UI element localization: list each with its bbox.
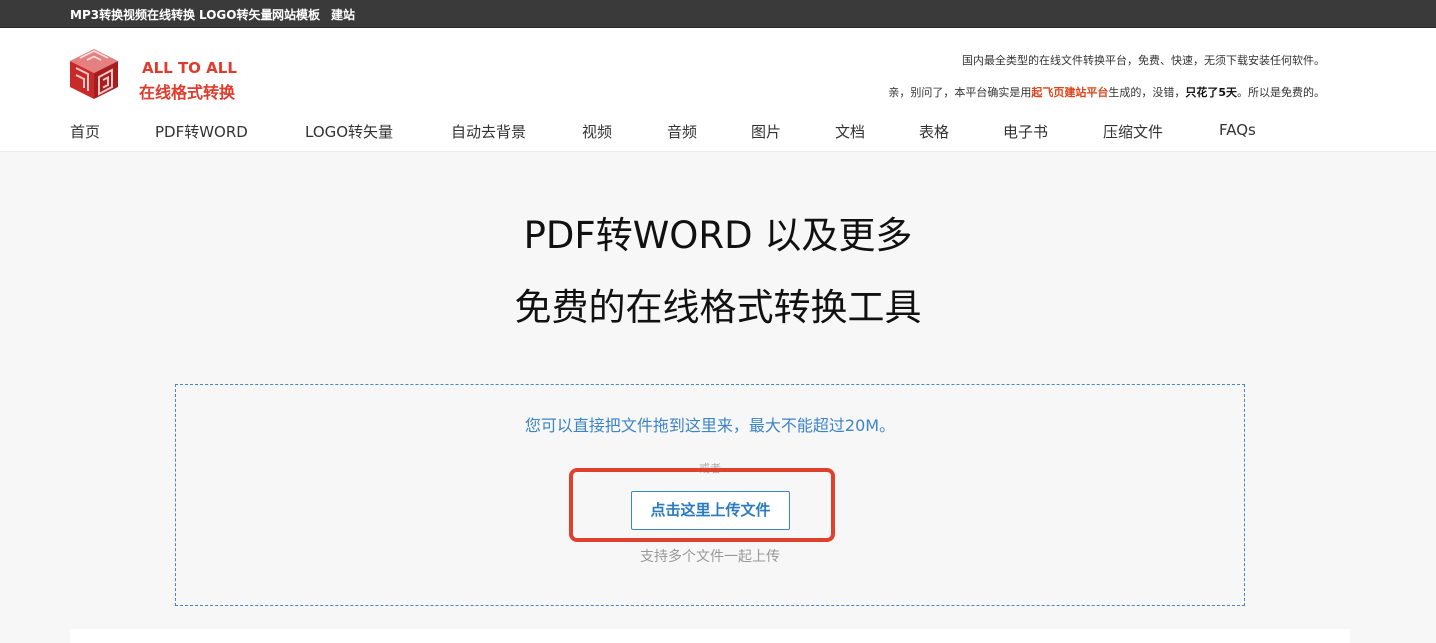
- tagline-line-1: 国内最全类型的在线文件转换平台，免费、快速，无须下载安装任何软件。: [962, 54, 1325, 67]
- tagline-text: 亲，别问了，本平台确实是用: [888, 86, 1032, 99]
- tagline-text: 生成的，没错，: [1108, 86, 1186, 99]
- nav-item-remove-bg[interactable]: 自动去背景: [451, 121, 526, 142]
- brand-name-cn[interactable]: 在线格式转换: [139, 79, 235, 103]
- nav-item-image[interactable]: 图片: [751, 121, 781, 142]
- brand-name-en[interactable]: ALL TO ALL: [142, 59, 237, 77]
- hero-subtitle: 免费的在线格式转换工具: [514, 286, 922, 329]
- nav-item-logo-vector[interactable]: LOGO转矢量: [305, 121, 393, 142]
- nav-item-spreadsheet[interactable]: 表格: [919, 121, 949, 142]
- nav-item-ebook[interactable]: 电子书: [1003, 121, 1048, 142]
- nav-item-document[interactable]: 文档: [835, 121, 865, 142]
- topbar-link-video[interactable]: 视频在线转换: [123, 6, 195, 23]
- nav-item-video[interactable]: 视频: [582, 121, 612, 142]
- top-bar: MP3转换 视频在线转换 LOGO转矢量 网站模板 建站: [0, 0, 1436, 28]
- hero-title: PDF转WORD 以及更多: [523, 214, 913, 257]
- content-panel: [70, 629, 1350, 643]
- file-dropzone[interactable]: 您可以直接把文件拖到这里来，最大不能超过20M。 或者 点击这里上传文件 支持多…: [175, 384, 1245, 606]
- multi-upload-note: 支持多个文件一起上传: [640, 549, 780, 565]
- upload-file-button[interactable]: 点击这里上传文件: [631, 491, 790, 530]
- red-cube-logo-icon[interactable]: [68, 47, 120, 101]
- nav-item-archive[interactable]: 压缩文件: [1103, 121, 1163, 142]
- topbar-link-logo[interactable]: LOGO转矢量: [199, 6, 272, 23]
- nav-item-faqs[interactable]: FAQs: [1219, 121, 1256, 139]
- tagline-platform-link[interactable]: 起飞页建站平台: [1031, 86, 1108, 99]
- nav-item-home[interactable]: 首页: [70, 121, 100, 142]
- tagline-bold-text: 只花了5天: [1185, 86, 1237, 99]
- tagline-line-2: 亲，别问了，本平台确实是用起飞页建站平台生成的，没错，只花了5天。所以是免费的。: [888, 84, 1325, 100]
- or-separator: 或者: [699, 462, 721, 475]
- nav-item-audio[interactable]: 音频: [667, 121, 697, 142]
- topbar-link-mp3[interactable]: MP3转换: [70, 6, 123, 23]
- nav-item-pdf-to-word[interactable]: PDF转WORD: [155, 121, 248, 142]
- drop-hint-text: 您可以直接把文件拖到这里来，最大不能超过20M。: [524, 416, 896, 435]
- topbar-link-build-site[interactable]: 建站: [331, 6, 355, 23]
- site-header: ALL TO ALL 在线格式转换 国内最全类型的在线文件转换平台，免费、快速，…: [0, 28, 1436, 152]
- topbar-link-templates[interactable]: 网站模板: [272, 6, 320, 23]
- tagline-text: 。所以是免费的。: [1237, 86, 1325, 99]
